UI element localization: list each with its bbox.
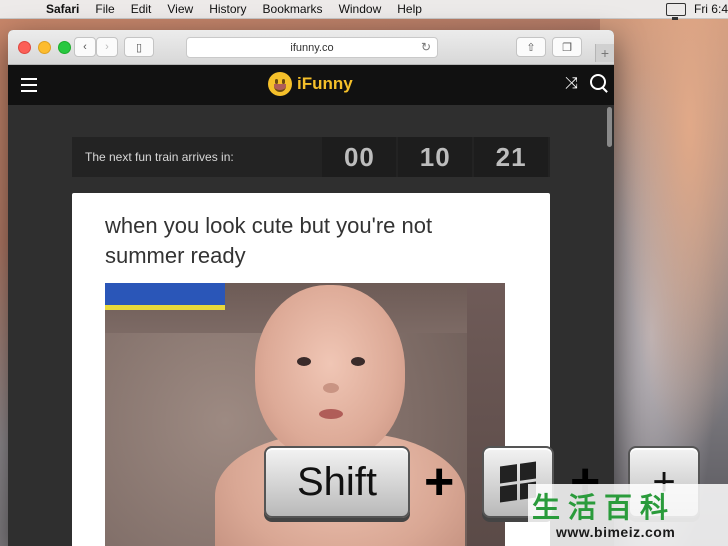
zoom-window-button[interactable]: [58, 41, 71, 54]
display-mirroring-icon[interactable]: [665, 2, 686, 20]
new-tab-button[interactable]: +: [595, 44, 614, 62]
timer-seconds: 21: [474, 137, 549, 177]
logo-text: iFunny: [297, 74, 353, 93]
back-button[interactable]: ‹: [74, 37, 96, 57]
menu-file[interactable]: File: [95, 2, 114, 16]
shift-key: Shift: [264, 446, 410, 518]
toy-shape: [105, 283, 225, 310]
menu-view[interactable]: View: [167, 2, 193, 16]
address-text: ifunny.co: [290, 41, 334, 54]
watermark: 生活百科 www.bimeiz.com: [528, 484, 728, 546]
minimize-window-button[interactable]: [38, 41, 51, 54]
menu-clock[interactable]: Fri 6:4: [694, 2, 728, 16]
menu-bar: Safari File Edit View History Bookmarks …: [0, 0, 728, 20]
countdown-timer: The next fun train arrives in: 00 10 21: [72, 137, 550, 177]
reload-icon[interactable]: ↻: [421, 40, 431, 54]
share-icon: ⇧: [526, 41, 536, 54]
search-icon[interactable]: [590, 74, 606, 90]
sidebar-button[interactable]: ▯: [124, 37, 154, 57]
timer-hours: 00: [322, 137, 397, 177]
menu-app-safari[interactable]: Safari: [46, 2, 79, 16]
shuffle-icon[interactable]: ⤨: [565, 75, 578, 93]
tabs-overview-button[interactable]: ❐: [552, 37, 582, 57]
menu-bookmarks[interactable]: Bookmarks: [263, 2, 323, 16]
close-window-button[interactable]: [18, 41, 31, 54]
tabs-icon: ❐: [562, 41, 572, 54]
timer-minutes: 10: [398, 137, 473, 177]
address-bar[interactable]: ifunny.co ↻: [186, 37, 438, 58]
menu-edit[interactable]: Edit: [131, 2, 152, 16]
baby-face-shape: [255, 285, 405, 460]
menu-help[interactable]: Help: [397, 2, 422, 16]
browser-toolbar: ‹ › ▯ ifunny.co ↻ ⇧ ❐ +: [8, 30, 614, 65]
share-button[interactable]: ⇧: [516, 37, 546, 57]
menu-window[interactable]: Window: [339, 2, 382, 16]
timer-label: The next fun train arrives in:: [85, 150, 234, 164]
shift-key-label: Shift: [296, 459, 378, 504]
forward-button[interactable]: ›: [96, 37, 118, 57]
site-header: iFunny ⤨: [8, 65, 614, 105]
menu-history[interactable]: History: [209, 2, 246, 16]
back-icon: ‹: [83, 41, 87, 53]
hamburger-menu-icon[interactable]: [21, 78, 37, 96]
sidebar-icon: ▯: [135, 41, 143, 54]
scrollbar[interactable]: [607, 107, 612, 147]
post-caption: when you look cute but you're not summer…: [105, 213, 433, 268]
plus-sign-1: +: [424, 453, 455, 511]
watermark-url: www.bimeiz.com: [556, 524, 676, 540]
smiley-logo-icon: [268, 72, 292, 96]
forward-icon: ›: [105, 41, 109, 53]
site-logo[interactable]: iFunny: [268, 72, 353, 96]
watermark-chinese-text: 生活百科: [532, 492, 677, 523]
plus-icon: +: [600, 45, 610, 61]
